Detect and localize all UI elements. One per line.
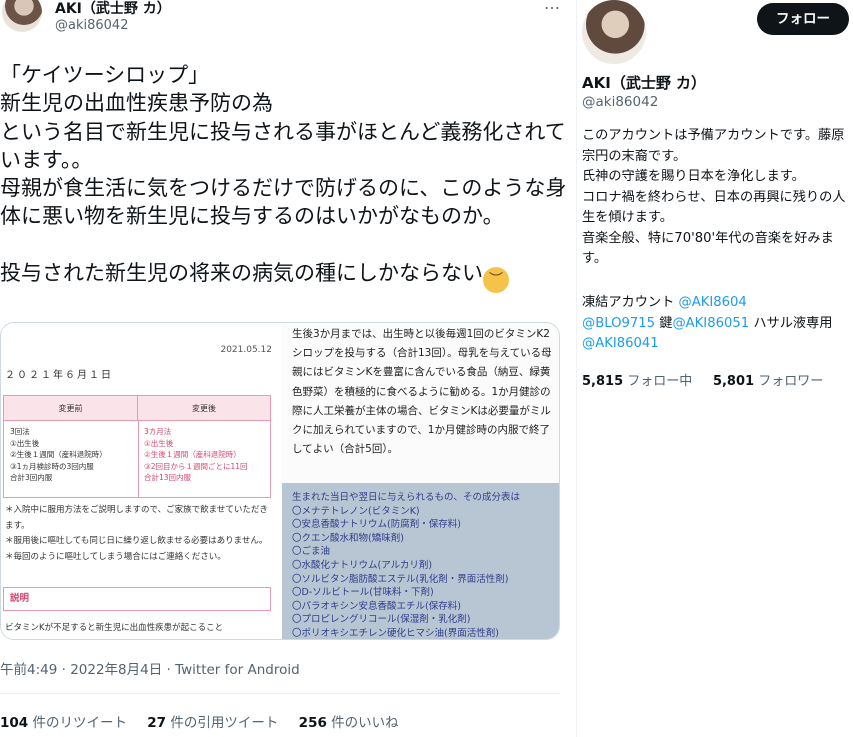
profile-card: フォロー AKI（武士野 カ） @aki86042 このアカウントは予備アカウン… (582, 0, 853, 737)
followers-count: 5,801 (712, 374, 755, 389)
profile-name[interactable]: AKI（武士野 カ） (582, 72, 706, 93)
likes-label: 件のいいね (331, 715, 399, 731)
quotes-label: 件の引用ツイート (170, 715, 279, 731)
tweet-timestamp[interactable]: 午前4:49 · 2022年8月4日 · Twitter for Android (0, 658, 300, 678)
followers-label: フォロワー (754, 374, 824, 389)
dedicated-label: ハサル液専用 (749, 315, 833, 331)
doc-header-after: 変更後 (138, 396, 270, 421)
doc-cell-before: 3回法 ①出生後 ②生後１週間（産科退院時） ③1ヵ月検診時の3回内服 合計3回… (10, 427, 107, 482)
likes-stat[interactable]: 256 件のいいね (299, 711, 399, 731)
profile-linked-accounts: 凍結アカウント @AKI8604 @BLO9715 鍵@AKI86051 ハサル液… (582, 293, 853, 355)
likes-count: 256 (298, 715, 327, 731)
media-document-panel: 2021.05.12 ２０２１年６月１日 変更前 変更後 3回法 ①出生後 ②生… (1, 323, 282, 639)
following-label: フォロー中 (623, 374, 693, 389)
more-options-icon[interactable]: … (544, 0, 561, 13)
author-handle[interactable]: @aki86042 (55, 18, 128, 33)
mention-link-4[interactable]: @AKI86041 (582, 336, 659, 351)
follow-button[interactable]: フォロー (757, 3, 849, 35)
retweets-stat[interactable]: 104 件のリツイート (0, 711, 127, 731)
doc-header-before: 変更前 (4, 396, 138, 421)
author-avatar[interactable] (2, 0, 42, 32)
frozen-label: 凍結アカウント (582, 295, 679, 310)
media-ingredients-photo: 生まれた当日や翌日に与えられるもの、その成分表は 〇メナテトレノン(ビタミンK)… (282, 483, 559, 639)
retweets-count: 104 (0, 715, 29, 731)
doc-date: 2021.05.12 (220, 345, 272, 355)
mention-link-1[interactable]: @AKI8604 (679, 295, 747, 310)
divider (0, 693, 560, 694)
profile-handle[interactable]: @aki86042 (582, 94, 658, 110)
retweets-label: 件のリツイート (32, 715, 127, 731)
mention-link-2[interactable]: @BLO9715 (582, 316, 655, 331)
following-count: 5,815 (582, 374, 624, 389)
ingredients-list: 生まれた当日や翌日に与えられるもの、その成分表は 〇メナテトレノン(ビタミンK)… (292, 492, 521, 639)
followers-link[interactable]: 5,801 フォロワー (713, 374, 823, 389)
doc-bottom-line: ビタミンKが不足すると新生児に出血性疾患が起こること (5, 623, 224, 633)
doc-table: 変更前 変更後 3回法 ①出生後 ②生後１週間（産科退院時） ③1ヵ月検診時の3… (3, 395, 271, 498)
follow-counts: 5,815 フォロー中 5,801 フォロワー (582, 370, 823, 389)
tweet-media-image[interactable]: 2021.05.12 ２０２１年６月１日 変更前 変更後 3回法 ①出生後 ②生… (0, 322, 560, 640)
quotes-stat[interactable]: 27 件の引用ツイート (147, 711, 278, 731)
quotes-count: 27 (147, 715, 167, 731)
doc-title: ２０２１年６月１日 (5, 370, 113, 381)
mention-link-3[interactable]: @AKI86051 (672, 316, 749, 331)
doc-notes: ＊入院中に服用方法をご説明しますので、ご家族で飲ませていただきます。 ＊服用後に… (5, 505, 268, 562)
doc-cell-after: 3カ月法 ①出生後 ②生後１週間（産科退院時） ③2回目から１週間ごとに11回 … (144, 427, 248, 482)
tweet-author-row: AKI（武士野 カ） @aki86042 … (0, 0, 567, 40)
pensive-face-emoji-icon: ︶ (483, 267, 509, 294)
tweet-body: 「ケイツーシロップ」 新生児の出血性疾患予防の為 という名目で新生児に投与される… (0, 63, 567, 286)
profile-avatar[interactable] (582, 0, 646, 64)
column-separator (576, 0, 577, 737)
media-text-panel: 生後3か月までは、出生時と以後毎週1回のビタミンK2シロップを投与する（合計13… (282, 323, 559, 483)
key-label: 鍵 (655, 315, 673, 331)
tweet-detail: AKI（武士野 カ） @aki86042 … 「ケイツーシロップ」 新生児の出血… (0, 0, 567, 737)
tweet-stats: 104 件のリツイート 27 件の引用ツイート 256 件のいいね (0, 711, 415, 731)
tweet-text: 「ケイツーシロップ」 新生児の出血性疾患予防の為 という名目で新生児に投与される… (0, 61, 567, 294)
doc-explanation-box: 説明 (3, 587, 271, 611)
following-link[interactable]: 5,815 フォロー中 (582, 374, 692, 389)
media-text-paragraph: 生後3か月までは、出生時と以後毎週1回のビタミンK2シロップを投与する（合計13… (292, 328, 552, 456)
profile-bio: このアカウントは予備アカウントです。藤原宗円の末裔です。 氏神の守護を賜り日本を… (582, 128, 846, 266)
doc-divider (138, 421, 139, 498)
author-name[interactable]: AKI（武士野 カ） (55, 0, 171, 18)
